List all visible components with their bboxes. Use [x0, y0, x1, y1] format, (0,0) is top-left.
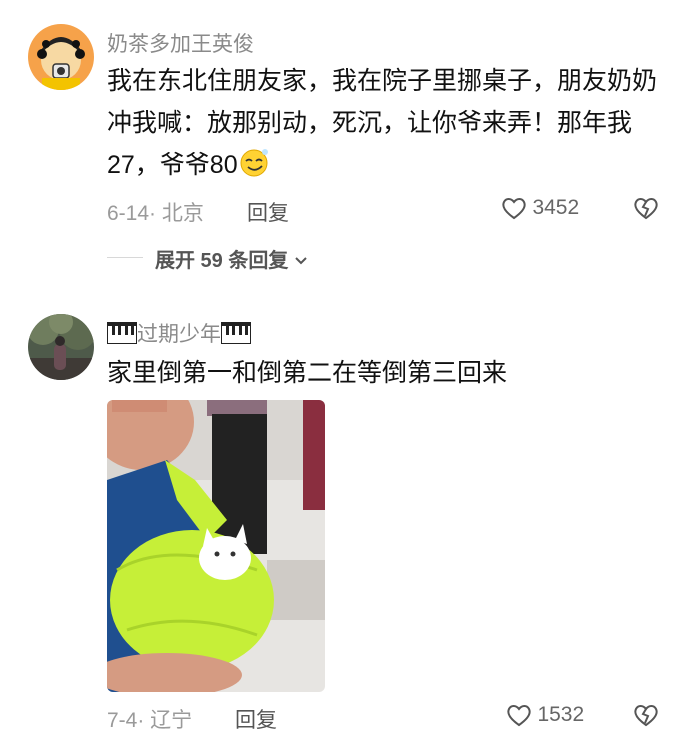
- expand-divider: [107, 257, 143, 258]
- avatar-forest-icon: [28, 314, 94, 380]
- comment-date-location: 6-14· 北京: [107, 202, 204, 225]
- expand-replies-button[interactable]: 展开 59 条回复: [155, 244, 309, 273]
- comment-username[interactable]: 奶茶多加王英俊: [107, 28, 254, 58]
- photo-man-with-cat-in-sling: [107, 400, 325, 692]
- comment-username[interactable]: 过期少年: [107, 318, 251, 348]
- broken-heart-icon: [634, 705, 658, 727]
- like-count: 3452: [532, 196, 580, 219]
- comment-text-body: 我在东北住朋友家，我在院子里挪桌子，朋友奶奶冲我喊：放那别动，死沉，让你爷来弄！…: [107, 67, 658, 179]
- expand-replies-label: 展开 59 条回复: [155, 250, 289, 272]
- dislike-button[interactable]: [632, 194, 660, 227]
- heart-icon: [507, 705, 531, 727]
- comment-text: 我在东北住朋友家，我在院子里挪桌子，朋友奶奶冲我喊：放那别动，死沉，让你爷来弄！…: [107, 60, 667, 186]
- reply-button[interactable]: 回复: [247, 197, 289, 227]
- comment-text: 家里倒第一和倒第二在等倒第三回来: [107, 359, 508, 387]
- avatar[interactable]: [28, 24, 94, 90]
- like-button[interactable]: 1532: [505, 701, 584, 731]
- heart-icon: [502, 198, 526, 220]
- dislike-button[interactable]: [632, 701, 660, 734]
- like-count: 1532: [537, 703, 585, 726]
- avatar-cartoon-icon: [28, 24, 94, 90]
- avatar[interactable]: [28, 314, 94, 380]
- like-button[interactable]: 3452: [500, 194, 579, 224]
- piano-keys-icon: [221, 322, 251, 344]
- smirk-emoji-icon: [240, 149, 268, 177]
- comment-username-text: 过期少年: [137, 323, 221, 346]
- comment-date-location: 7-4· 辽宁: [107, 709, 193, 732]
- chevron-down-icon: [295, 257, 307, 265]
- piano-keys-icon: [107, 322, 137, 344]
- comment-photo[interactable]: [107, 400, 325, 692]
- reply-button[interactable]: 回复: [235, 704, 277, 734]
- broken-heart-icon: [634, 198, 658, 220]
